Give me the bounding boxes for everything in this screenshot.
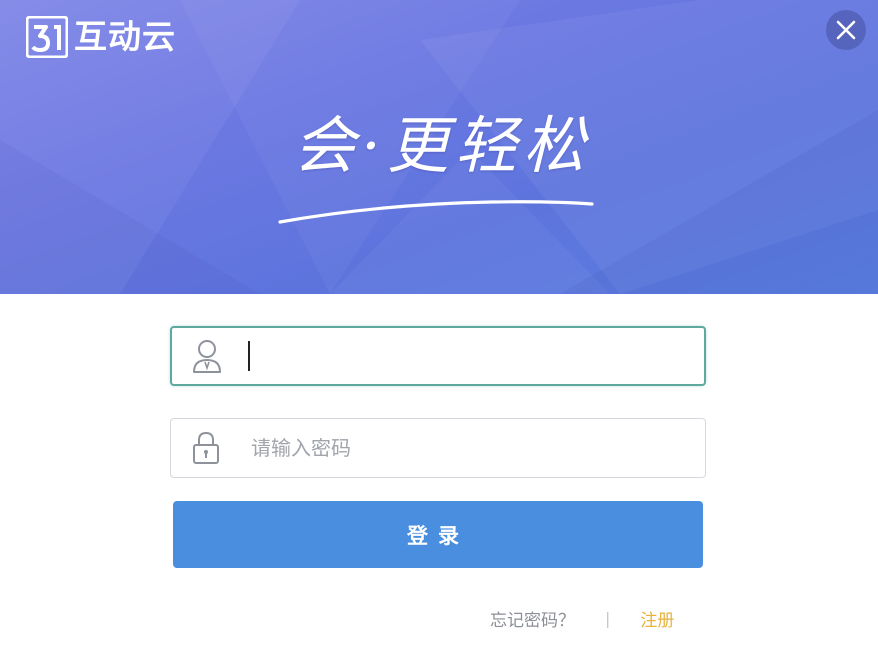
login-window: 互动云 会·更轻松 登录 忘记密码？ | 注册 xyxy=(0,0,878,669)
register-link[interactable]: 注册 xyxy=(640,606,674,631)
password-field[interactable] xyxy=(170,418,706,478)
user-icon xyxy=(172,328,242,384)
login-button[interactable]: 登录 xyxy=(173,501,703,568)
forgot-password-link[interactable]: 忘记密码？ xyxy=(490,606,575,631)
username-field[interactable] xyxy=(170,326,706,386)
footer-links: 忘记密码？ | 注册 xyxy=(490,606,674,631)
lock-icon xyxy=(171,419,241,477)
app-logo: 互动云 xyxy=(26,16,176,58)
username-input[interactable] xyxy=(252,328,704,384)
slogan: 会·更轻松 xyxy=(262,96,622,236)
slogan-underline-stroke xyxy=(278,200,594,224)
text-cursor xyxy=(248,341,250,371)
close-icon xyxy=(836,20,856,40)
app-name: 互动云 xyxy=(74,17,176,56)
link-divider: | xyxy=(605,609,611,628)
header-banner: 互动云 会·更轻松 xyxy=(0,0,878,294)
close-button[interactable] xyxy=(826,10,866,50)
logo-31-icon xyxy=(26,16,68,58)
password-input[interactable] xyxy=(251,419,705,477)
